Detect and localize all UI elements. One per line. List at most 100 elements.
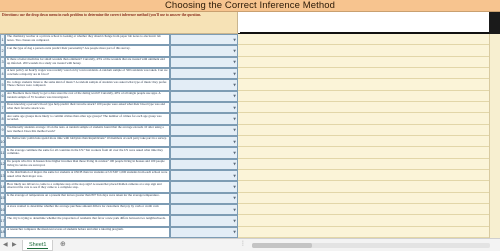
answer-cell[interactable] [238, 113, 489, 125]
side-cell[interactable] [489, 158, 500, 170]
chevron-down-icon[interactable]: ▼ [233, 151, 236, 155]
side-cell[interactable] [489, 181, 500, 193]
chevron-down-icon[interactable]: ▼ [233, 208, 236, 212]
question-text-cell[interactable]: A store wanted to determine whether the … [5, 203, 170, 216]
inference-method-dropdown[interactable]: ▼ [170, 215, 238, 227]
question-text-cell[interactable]: A new policy on hourly wages was recentl… [5, 67, 170, 80]
inference-method-dropdown[interactable]: ▼ [170, 147, 238, 159]
horizontal-scrollbar[interactable] [252, 243, 490, 248]
side-cell[interactable] [489, 203, 500, 216]
side-cell[interactable] [489, 169, 500, 182]
inference-method-dropdown[interactable]: ▼ [170, 181, 238, 193]
inference-method-dropdown[interactable]: ▼ [170, 34, 238, 46]
question-text-cell[interactable]: Is the average commute the same for all … [5, 147, 170, 159]
inference-method-dropdown[interactable]: ▼ [170, 90, 238, 102]
answer-cell[interactable] [238, 169, 489, 182]
more-options-icon[interactable]: ⋮ [240, 240, 246, 247]
inference-method-dropdown[interactable]: ▼ [170, 79, 238, 91]
inference-method-dropdown[interactable]: ▼ [170, 158, 238, 170]
side-cell[interactable] [489, 124, 500, 136]
chevron-down-icon[interactable]: ▼ [233, 128, 236, 132]
inference-method-dropdown[interactable]: ▼ [170, 101, 238, 114]
question-text-cell[interactable]: Is there a better medicine for small wou… [5, 56, 170, 68]
chevron-down-icon[interactable]: ▼ [233, 230, 236, 234]
answer-header-area[interactable] [238, 12, 500, 34]
side-cell[interactable] [489, 147, 500, 159]
answer-cell[interactable] [238, 67, 489, 80]
chevron-down-icon[interactable]: ▼ [233, 185, 236, 189]
directions-cell[interactable]: Directions: use the drop down menu in ea… [0, 12, 238, 34]
inference-method-dropdown[interactable]: ▼ [170, 113, 238, 125]
question-text-cell[interactable]: Do college students listen to the same k… [5, 79, 170, 91]
side-cell[interactable] [489, 113, 500, 125]
chevron-down-icon[interactable]: ▼ [233, 174, 236, 178]
chevron-down-icon[interactable]: ▼ [233, 60, 236, 64]
answer-cell[interactable] [238, 181, 489, 193]
answer-cell[interactable] [238, 215, 489, 227]
side-cell[interactable] [489, 67, 500, 80]
side-cell[interactable] [489, 56, 500, 68]
inference-method-dropdown[interactable]: ▼ [170, 45, 238, 57]
scrollbar-thumb[interactable] [252, 243, 312, 248]
question-text-cell[interactable]: Can the type of dog a person owns predic… [5, 45, 170, 57]
side-cell[interactable] [489, 226, 500, 238]
answer-cell[interactable] [238, 226, 489, 238]
inference-method-dropdown[interactable]: ▼ [170, 192, 238, 204]
chevron-down-icon[interactable]: ▼ [233, 117, 236, 121]
inference-method-dropdown[interactable]: ▼ [170, 56, 238, 68]
chevron-down-icon[interactable]: ▼ [233, 94, 236, 98]
answer-cell[interactable] [238, 147, 489, 159]
inference-method-dropdown[interactable]: ▼ [170, 124, 238, 136]
question-text-cell[interactable]: A researcher compares the mean test scor… [5, 226, 170, 238]
question-text-cell[interactable]: Traditionally students average 10 on the… [5, 124, 170, 136]
question-text-cell[interactable]: Do people who live in houses have higher… [5, 158, 170, 170]
answer-cell[interactable] [238, 124, 489, 136]
question-row: 4A new policy on hourly wages was recent… [0, 67, 500, 80]
side-cell[interactable] [489, 90, 500, 102]
chevron-down-icon[interactable]: ▼ [233, 49, 236, 53]
side-cell[interactable] [489, 79, 500, 91]
question-text-cell[interactable]: How likely are drivers to come to a comp… [5, 181, 170, 193]
side-cell[interactable] [489, 34, 500, 46]
answer-cell[interactable] [238, 135, 489, 148]
question-text-cell[interactable]: Does knowing a person's blood type help … [5, 101, 170, 114]
answer-cell[interactable] [238, 34, 489, 46]
answer-cell[interactable] [238, 158, 489, 170]
chevron-down-icon[interactable]: ▼ [233, 38, 236, 42]
chevron-down-icon[interactable]: ▼ [233, 162, 236, 166]
chevron-down-icon[interactable]: ▼ [233, 106, 236, 110]
inference-method-dropdown[interactable]: ▼ [170, 135, 238, 148]
chevron-down-icon[interactable]: ▼ [233, 83, 236, 87]
question-text-cell[interactable]: Are some age groups more likely to commi… [5, 113, 170, 125]
question-text-cell[interactable]: Is the average of temperature on a prese… [5, 192, 170, 204]
side-cell[interactable] [489, 101, 500, 114]
answer-cell[interactable] [238, 45, 489, 57]
scroll-tabs-right-icon[interactable]: ▶ [12, 241, 17, 248]
question-text-cell[interactable]: Are Boomers more likely to get a data st… [5, 90, 170, 102]
inference-method-dropdown[interactable]: ▼ [170, 203, 238, 216]
inference-method-dropdown[interactable]: ▼ [170, 67, 238, 80]
answer-cell[interactable] [238, 203, 489, 216]
add-sheet-icon[interactable]: ⊕ [60, 240, 66, 248]
scroll-tabs-left-icon[interactable]: ◀ [3, 241, 8, 248]
side-cell[interactable] [489, 192, 500, 204]
answer-cell[interactable] [238, 192, 489, 204]
answer-cell[interactable] [238, 101, 489, 114]
inference-method-dropdown[interactable]: ▼ [170, 169, 238, 182]
question-text-cell[interactable]: The chemistry teacher at a private schoo… [5, 34, 170, 46]
chevron-down-icon[interactable]: ▼ [233, 140, 236, 144]
answer-cell[interactable] [238, 90, 489, 102]
sheet-tab-sheet1[interactable]: Sheet1 [22, 240, 54, 251]
answer-cell[interactable] [238, 79, 489, 91]
side-cell[interactable] [489, 45, 500, 57]
answer-cell[interactable] [238, 56, 489, 68]
question-text-cell[interactable]: Is the distribution of majors the same f… [5, 169, 170, 182]
inference-method-dropdown[interactable]: ▼ [170, 226, 238, 238]
chevron-down-icon[interactable]: ▼ [233, 72, 236, 76]
question-text-cell[interactable]: Do Democratic politicians spend more tim… [5, 135, 170, 148]
chevron-down-icon[interactable]: ▼ [233, 219, 236, 223]
side-cell[interactable] [489, 135, 500, 148]
side-cell[interactable] [489, 215, 500, 227]
chevron-down-icon[interactable]: ▼ [233, 196, 236, 200]
question-text-cell[interactable]: The city is trying to determine whether … [5, 215, 170, 227]
